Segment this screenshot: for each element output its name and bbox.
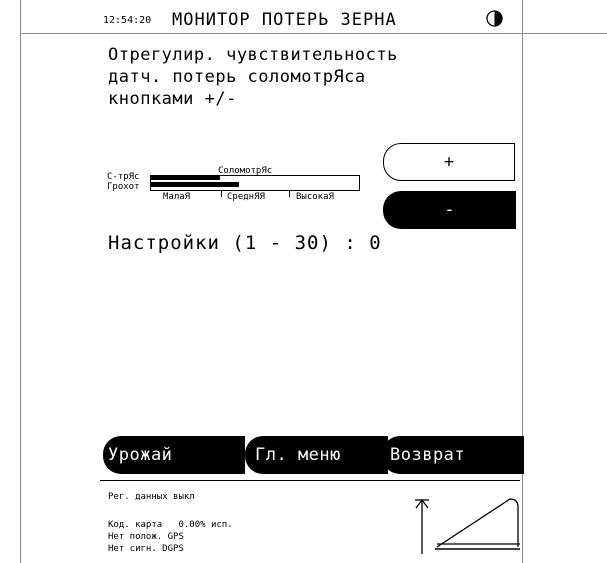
instruction-line: датч. потерь соломотрЯса xyxy=(108,67,366,87)
map-code-status: Код. карта 0.00% исп. xyxy=(108,520,233,530)
instruction-text: Отрегулир. чувствительность датч. потерь… xyxy=(108,44,398,110)
back-label: Возврат xyxy=(390,445,466,465)
contrast-icon[interactable] xyxy=(486,10,503,27)
back-button[interactable]: Возврат xyxy=(382,436,524,474)
scale-label-high: ВысокаЯ xyxy=(296,192,334,202)
decrease-button[interactable]: - xyxy=(383,191,516,229)
shaker-label: С-трЯс xyxy=(107,172,140,182)
up-arrow-icon xyxy=(415,498,429,554)
header-underline xyxy=(20,33,607,34)
instruction-line: Отрегулир. чувствительность xyxy=(108,45,398,65)
scale-tick xyxy=(221,190,222,197)
scale-label-low: МалаЯ xyxy=(163,192,191,202)
main-menu-label: Гл. меню xyxy=(255,445,341,465)
scale-tick xyxy=(289,190,290,197)
increase-button[interactable]: + xyxy=(383,143,515,181)
status-divider xyxy=(100,480,520,481)
dgps-status: Нет сигн. DGPS xyxy=(108,544,184,554)
frame-left-line xyxy=(20,0,21,563)
main-menu-button[interactable]: Гл. меню xyxy=(245,436,388,474)
sieve-level-bar xyxy=(150,182,239,187)
frame-right-line xyxy=(522,0,523,563)
data-recording-status: Рег. данных выкл xyxy=(108,492,195,502)
scale-label-mid: СреднЯЯ xyxy=(227,192,265,202)
harvest-label: Урожай xyxy=(108,445,173,465)
sieve-label: Грохот xyxy=(107,182,140,192)
instruction-line: кнопками +/- xyxy=(108,89,237,109)
gps-status: Нет полож. GPS xyxy=(108,532,184,542)
clock: 12:54:20 xyxy=(103,15,152,26)
settings-value: Настройки (1 - 30) : 0 xyxy=(108,232,382,254)
slope-triangle-icon xyxy=(435,498,520,550)
harvest-button[interactable]: Урожай xyxy=(103,436,245,474)
page-title: МОНИТОР ПОТЕРЬ ЗЕРНА xyxy=(172,10,397,30)
shaker-level-bar xyxy=(150,175,220,180)
